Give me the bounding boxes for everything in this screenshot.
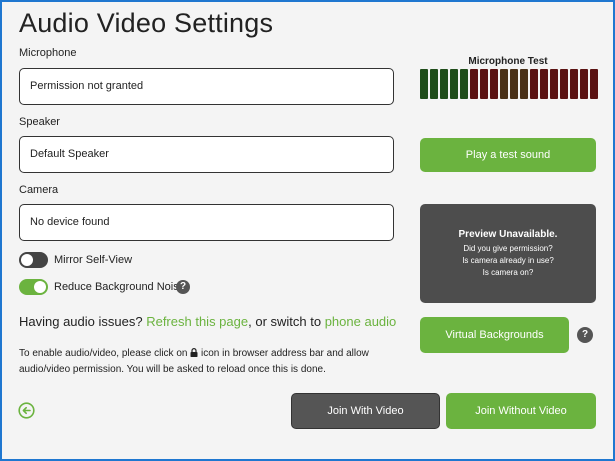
- toggle-knob: [21, 254, 33, 266]
- reduce-noise-label: Reduce Background Noise: [54, 281, 185, 293]
- preview-line: Is camera on?: [482, 268, 534, 277]
- join-without-video-button[interactable]: Join Without Video: [446, 393, 596, 429]
- virtual-backgrounds-button[interactable]: Virtual Backgrounds: [420, 317, 569, 353]
- mic-level-meter: [420, 69, 598, 99]
- camera-label: Camera: [19, 184, 59, 196]
- mic-level-bar: [450, 69, 458, 99]
- microphone-select[interactable]: Permission not granted: [19, 68, 394, 105]
- virtual-bg-help-icon[interactable]: ?: [577, 327, 593, 343]
- play-test-sound-button[interactable]: Play a test sound: [420, 138, 596, 172]
- phone-audio-link[interactable]: phone audio: [325, 314, 397, 329]
- mic-level-bar: [520, 69, 528, 99]
- mic-level-bar: [420, 69, 428, 99]
- mic-level-bar: [540, 69, 548, 99]
- mic-level-bar: [490, 69, 498, 99]
- mic-level-bar: [580, 69, 588, 99]
- speaker-select[interactable]: Default Speaker: [19, 136, 394, 173]
- reduce-noise-toggle[interactable]: [19, 279, 48, 295]
- mic-level-bar: [440, 69, 448, 99]
- mic-level-bar: [590, 69, 598, 99]
- mic-level-bar: [470, 69, 478, 99]
- refresh-page-link[interactable]: Refresh this page: [146, 314, 248, 329]
- instructions-before: To enable audio/video, please click on: [19, 348, 188, 359]
- camera-preview: Preview Unavailable. Did you give permis…: [420, 204, 596, 303]
- mic-level-bar: [430, 69, 438, 99]
- mic-level-bar: [530, 69, 538, 99]
- mic-test-title: Microphone Test: [468, 56, 548, 67]
- mic-level-bar: [510, 69, 518, 99]
- issues-middle: , or switch to: [248, 314, 322, 329]
- audio-issues-text: Having audio issues? Refresh this page, …: [19, 314, 396, 329]
- preview-line: Did you give permission?: [463, 244, 553, 253]
- mic-level-bar: [460, 69, 468, 99]
- preview-heading: Preview Unavailable.: [458, 229, 558, 240]
- mic-level-bar: [560, 69, 568, 99]
- back-arrow-icon[interactable]: [18, 402, 35, 419]
- mirror-self-view-toggle[interactable]: [19, 252, 48, 268]
- join-with-video-button[interactable]: Join With Video: [291, 393, 440, 429]
- permission-instructions: To enable audio/video, please click on i…: [19, 346, 399, 378]
- noise-help-icon[interactable]: ?: [176, 280, 190, 294]
- speaker-label: Speaker: [19, 116, 60, 128]
- lock-icon: [190, 348, 198, 357]
- issues-prefix: Having audio issues?: [19, 314, 143, 329]
- camera-select[interactable]: No device found: [19, 204, 394, 241]
- mic-level-bar: [550, 69, 558, 99]
- mic-level-bar: [570, 69, 578, 99]
- microphone-label: Microphone: [19, 47, 77, 59]
- mic-level-bar: [480, 69, 488, 99]
- mic-level-bar: [500, 69, 508, 99]
- toggle-knob: [34, 281, 46, 293]
- mirror-self-view-label: Mirror Self-View: [54, 254, 133, 266]
- preview-line: Is camera already in use?: [462, 256, 554, 265]
- settings-dialog: Audio Video Settings Microphone Permissi…: [0, 0, 615, 461]
- page-title: Audio Video Settings: [19, 8, 274, 38]
